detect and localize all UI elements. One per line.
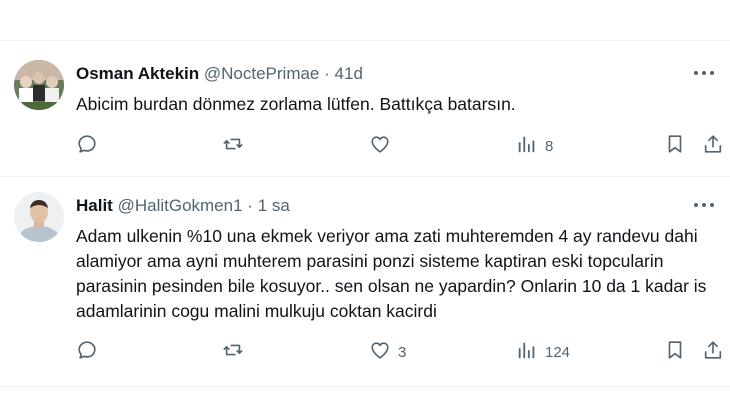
like-count: 3 <box>398 343 407 361</box>
tweet-text: Abicim burdan dönmez zorlama lütfen. Bat… <box>76 94 516 114</box>
share-button[interactable] <box>702 340 724 364</box>
tweet[interactable]: Osman Aktekin @NoctePrimae · 41d Abicim … <box>0 50 730 174</box>
tweet[interactable]: Halit @HalitGokmen1 · 1 sa Adam ulkenin … <box>0 182 730 372</box>
separator-dot: · <box>324 64 330 83</box>
tweet-header: Osman Aktekin @NoctePrimae · 41d <box>76 64 363 84</box>
retweet-button[interactable] <box>222 134 251 158</box>
timestamp[interactable]: 1 sa <box>258 196 290 215</box>
views-button[interactable]: 8 <box>516 134 553 158</box>
retweet-icon <box>222 339 244 365</box>
share-icon <box>702 133 724 159</box>
avatar[interactable] <box>14 192 64 242</box>
views-icon <box>516 339 538 365</box>
share-icon <box>702 339 724 365</box>
like-button[interactable] <box>369 134 398 158</box>
avatar[interactable] <box>14 60 64 110</box>
reply-button[interactable] <box>76 340 105 364</box>
bottom-divider <box>0 386 730 387</box>
views-count: 8 <box>545 137 554 155</box>
views-count: 124 <box>545 343 571 361</box>
like-icon <box>369 339 391 365</box>
display-name[interactable]: Osman Aktekin <box>76 64 199 83</box>
like-button[interactable]: 3 <box>369 340 406 364</box>
retweet-button[interactable] <box>222 340 251 364</box>
action-bar: 8 <box>76 134 722 158</box>
bookmark-button[interactable] <box>664 340 686 364</box>
timestamp[interactable]: 41d <box>335 64 363 83</box>
user-handle[interactable]: @HalitGokmen1 <box>118 196 243 215</box>
reply-icon <box>76 133 98 159</box>
top-divider <box>0 40 730 41</box>
action-bar: 3 124 <box>76 340 722 364</box>
reply-button[interactable] <box>76 134 105 158</box>
retweet-icon <box>222 133 244 159</box>
user-handle[interactable]: @NoctePrimae <box>204 64 320 83</box>
tweet-header: Halit @HalitGokmen1 · 1 sa <box>76 196 290 216</box>
views-icon <box>516 133 538 159</box>
bookmark-icon <box>664 339 686 365</box>
tweet-divider <box>0 176 730 177</box>
separator-dot: · <box>247 196 253 215</box>
tweet-text: Adam ulkenin %10 una ekmek veriyor ama z… <box>76 226 707 321</box>
reply-icon <box>76 339 98 365</box>
display-name[interactable]: Halit <box>76 196 113 215</box>
bookmark-icon <box>664 133 686 159</box>
more-icon[interactable] <box>690 196 718 214</box>
views-button[interactable]: 124 <box>516 340 570 364</box>
bookmark-button[interactable] <box>664 134 686 158</box>
more-icon[interactable] <box>690 64 718 82</box>
share-button[interactable] <box>702 134 724 158</box>
like-icon <box>369 133 391 159</box>
